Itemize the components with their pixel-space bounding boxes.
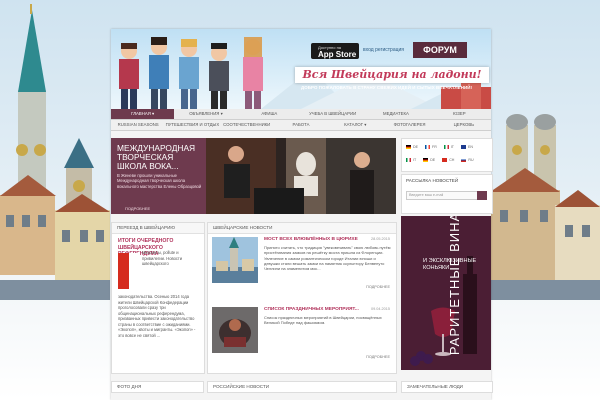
- left-houses-illustration: [0, 175, 110, 300]
- app-store-button[interactable]: Доступно на App Store: [311, 43, 359, 59]
- cartoon-person-4: [209, 43, 229, 109]
- flag-it[interactable]: IT: [443, 145, 454, 149]
- site-page: Доступно на App Store вход регистрация Ф…: [111, 29, 493, 400]
- russian-news-header: Российские новости: [207, 381, 397, 393]
- relocation-article-image[interactable]: [118, 253, 140, 289]
- news-more-link[interactable]: Подробнее: [366, 285, 390, 289]
- featured-title[interactable]: Международная творческая школа вока...: [117, 144, 205, 171]
- cartoon-person-2: [149, 37, 169, 109]
- newsletter-box: Рассылка новостей Введите ваш e-mail: [401, 174, 493, 214]
- app-store-label: App Store: [318, 50, 357, 59]
- flag-fr[interactable]: FR: [425, 145, 437, 149]
- nav-church[interactable]: Церковь: [437, 120, 491, 130]
- nav-user[interactable]: Юзер: [428, 109, 491, 119]
- news-text: Принято считать, что традиция "увековечи…: [264, 245, 391, 272]
- forum-button[interactable]: ФОРУМ: [413, 42, 467, 58]
- featured-description: В Женеве прошли уникальные Международная…: [117, 173, 202, 189]
- primary-nav: Главная ▾ Объявления ▾ Афиша Учеба в Шве…: [111, 109, 491, 120]
- flag-it-2[interactable]: IT: [406, 158, 416, 162]
- relocation-panel-title: Переезд в Швейцарию: [112, 223, 204, 234]
- banner-subslogan: ДОБРО ПОЖАЛОВАТЬ В СТРАНУ СВЕЖИХ ИДЕЙ И …: [301, 85, 473, 90]
- news-image-victory[interactable]: [212, 307, 258, 353]
- cartoon-person-3: [179, 39, 199, 109]
- nav-study[interactable]: Учеба в Швейцарии: [301, 109, 364, 119]
- news-image-zurich[interactable]: [212, 237, 258, 283]
- nav-ads[interactable]: Объявления ▾: [174, 109, 237, 119]
- swiss-news-title: Швейцарские новости: [208, 223, 396, 234]
- banner-slogan: Вся Швейцария на ладони!: [295, 67, 489, 83]
- news-date: 28.05.2015: [370, 237, 390, 241]
- flag-ch[interactable]: CH: [442, 158, 454, 162]
- news-item[interactable]: Мост всех влюблённых в Цюрихе 28.05.2015…: [212, 237, 394, 292]
- featured-slider[interactable]: Международная творческая школа вока... В…: [111, 138, 396, 214]
- relocation-article-text: Мигранты, pollute и привилегии. Новости …: [142, 250, 183, 266]
- featured-photo[interactable]: [206, 138, 396, 214]
- featured-photo-art: [206, 138, 396, 214]
- nav-photogallery[interactable]: Фотогалерея: [382, 120, 436, 130]
- language-flags: DE FR IT EN IT DE CH RU: [401, 138, 493, 172]
- relocation-article-text-continued: законодательства. Осенью 2014 года жител…: [118, 294, 196, 338]
- nav-work[interactable]: Работа: [274, 120, 328, 130]
- relocation-panel: Переезд в Швейцарию Итоги очередного шве…: [111, 222, 205, 374]
- news-date: 09.04.2015: [370, 307, 390, 311]
- newsletter-email-input[interactable]: Введите ваш e-mail: [406, 191, 478, 200]
- flag-de[interactable]: DE: [406, 145, 418, 149]
- swiss-news-panel: Швейцарские новости Мост всех влюблённых…: [207, 222, 397, 374]
- wine-ad-vertical-text: РАРИТЕТНЫЕ ВИНА: [447, 216, 463, 356]
- flags-row-2: IT DE CH RU: [406, 158, 474, 162]
- remarkable-people-header: Замечательные люди: [401, 381, 493, 393]
- newsletter-submit-button[interactable]: [477, 191, 487, 200]
- news-title[interactable]: Список праздничных мероприят...: [264, 307, 359, 312]
- flag-en[interactable]: EN: [461, 145, 473, 149]
- news-more-link[interactable]: Подробнее: [366, 355, 390, 359]
- nav-russian-seasons[interactable]: Russian Seasons: [111, 120, 165, 130]
- nav-events[interactable]: Афиша: [238, 109, 301, 119]
- news-item[interactable]: Список праздничных мероприят... 09.04.20…: [212, 307, 394, 362]
- wine-advertisement[interactable]: РАРИТЕТНЫЕ ВИНА и эксклюзивные коньяки: [401, 216, 491, 370]
- nav-media[interactable]: Медиатека: [364, 109, 427, 119]
- photo-of-day-header: Фото дня: [111, 381, 204, 393]
- nav-compatriots[interactable]: Соотечественники: [220, 120, 274, 130]
- cartoon-person-5: [243, 37, 263, 109]
- login-register-links[interactable]: вход регистрация: [363, 47, 404, 53]
- flags-row-1: DE FR IT EN: [406, 145, 473, 149]
- wine-ad-art: [401, 216, 491, 370]
- flag-ru[interactable]: RU: [461, 158, 474, 162]
- secondary-nav: Russian Seasons Путешествия и отдых Соот…: [111, 120, 491, 131]
- news-text: Список праздничных мероприятий в Швейцар…: [264, 315, 382, 326]
- header-banner: Доступно на App Store вход регистрация Ф…: [111, 29, 491, 109]
- right-houses-illustration: [490, 168, 600, 300]
- nav-home[interactable]: Главная ▾: [111, 109, 175, 119]
- wine-ad-text: и эксклюзивные коньяки: [423, 258, 477, 271]
- flag-de-2[interactable]: DE: [423, 158, 435, 162]
- nav-catalog[interactable]: Каталог ▾: [328, 120, 382, 130]
- nav-travel[interactable]: Путешествия и отдых: [165, 120, 220, 130]
- newsletter-title: Рассылка новостей: [406, 178, 459, 183]
- news-title[interactable]: Мост всех влюблённых в Цюрихе: [264, 237, 358, 242]
- cartoon-person-1: [119, 43, 139, 109]
- featured-more-link[interactable]: Подробнее: [125, 206, 150, 211]
